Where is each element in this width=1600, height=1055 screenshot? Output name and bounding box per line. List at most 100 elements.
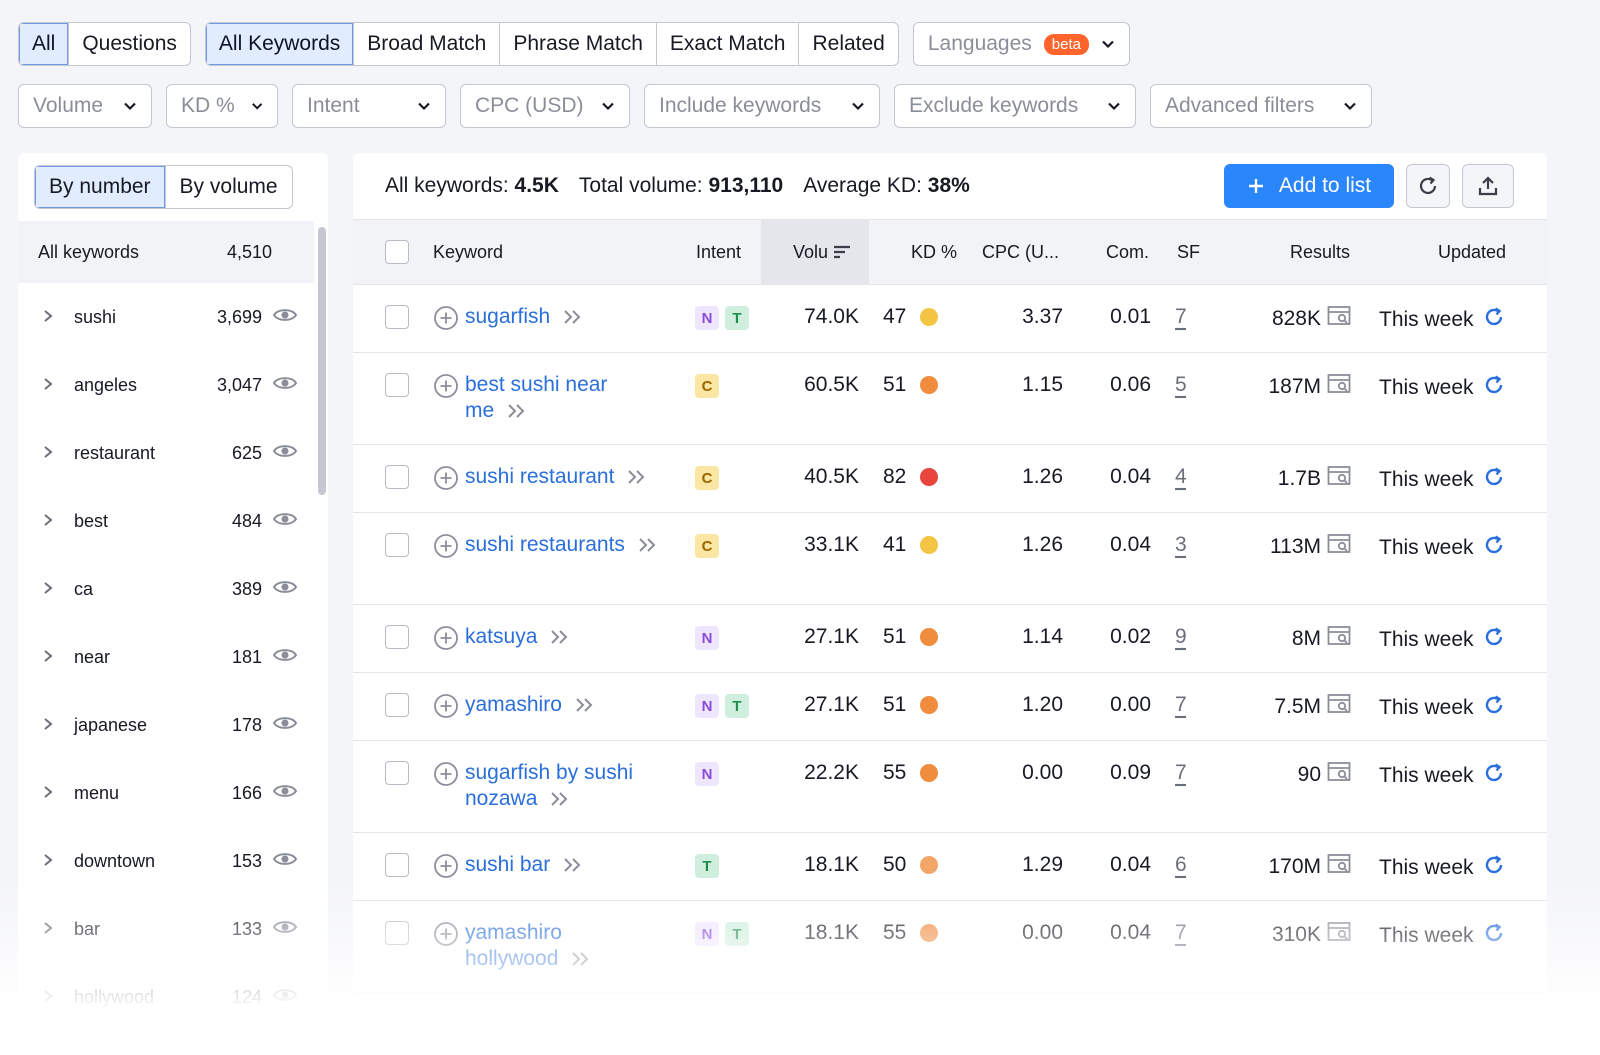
add-keyword-icon[interactable] xyxy=(433,465,459,491)
row-checkbox[interactable] xyxy=(385,533,409,557)
serp-icon[interactable] xyxy=(1321,373,1353,401)
eye-icon[interactable] xyxy=(272,646,298,669)
eye-icon[interactable] xyxy=(272,510,298,533)
refresh-row-icon[interactable] xyxy=(1474,761,1506,791)
checkbox[interactable] xyxy=(385,761,409,785)
checkbox[interactable] xyxy=(385,533,409,557)
serp-icon[interactable] xyxy=(1321,761,1353,789)
eye-icon[interactable] xyxy=(272,782,298,805)
chevron-right-icon[interactable] xyxy=(42,919,64,940)
checkbox[interactable] xyxy=(385,240,409,264)
header-com[interactable]: Com. xyxy=(1106,220,1149,284)
serp-icon[interactable] xyxy=(1321,465,1353,493)
chevron-right-icon[interactable] xyxy=(42,511,64,532)
languages-dropdown[interactable]: Languages beta xyxy=(912,22,1130,66)
checkbox[interactable] xyxy=(385,921,409,945)
chevron-right-icon[interactable] xyxy=(42,375,64,396)
row-checkbox[interactable] xyxy=(385,373,409,397)
serp-icon[interactable] xyxy=(1321,533,1353,561)
chevron-right-icon[interactable] xyxy=(42,307,64,328)
all-keywords-group[interactable]: All keywords 4,510 xyxy=(18,221,314,283)
intent-filter[interactable]: Intent xyxy=(292,84,446,128)
checkbox[interactable] xyxy=(385,305,409,329)
keyword-link[interactable]: yamashiro xyxy=(465,692,695,718)
serp-icon[interactable] xyxy=(1321,625,1353,653)
add-keyword-icon[interactable] xyxy=(433,373,459,399)
sf-link[interactable]: 3 xyxy=(1175,533,1187,557)
sf-link[interactable]: 5 xyxy=(1175,373,1187,397)
row-checkbox[interactable] xyxy=(385,853,409,877)
row-checkbox[interactable] xyxy=(385,465,409,489)
eye-icon[interactable] xyxy=(272,714,298,737)
chevron-right-icon[interactable] xyxy=(42,579,64,600)
add-to-list-button[interactable]: Add to list xyxy=(1224,164,1394,208)
keyword-link[interactable]: best sushi near xyxy=(465,372,695,398)
row-checkbox[interactable] xyxy=(385,921,409,945)
chevron-right-icon[interactable] xyxy=(42,851,64,872)
advanced-filters[interactable]: Advanced filters xyxy=(1150,84,1372,128)
refresh-row-icon[interactable] xyxy=(1474,373,1506,403)
header-updated[interactable]: Updated xyxy=(1438,220,1506,284)
checkbox[interactable] xyxy=(385,853,409,877)
by-volume-button[interactable]: By volume xyxy=(166,166,292,208)
by-number-button[interactable]: By number xyxy=(35,166,166,208)
keyword-link[interactable]: sushi bar xyxy=(465,852,695,878)
sf-link[interactable]: 7 xyxy=(1175,921,1187,945)
add-keyword-icon[interactable] xyxy=(433,533,459,559)
add-keyword-icon[interactable] xyxy=(433,305,459,331)
checkbox[interactable] xyxy=(385,373,409,397)
sf-link[interactable]: 7 xyxy=(1175,305,1187,329)
checkbox[interactable] xyxy=(385,625,409,649)
header-results[interactable]: Results xyxy=(1290,220,1350,284)
eye-icon[interactable] xyxy=(272,306,298,329)
sf-link[interactable]: 7 xyxy=(1175,693,1187,717)
header-keyword[interactable]: Keyword xyxy=(433,220,503,284)
sf-link[interactable]: 6 xyxy=(1175,853,1187,877)
header-volume[interactable]: Volu xyxy=(793,220,852,284)
tab-questions[interactable]: Questions xyxy=(69,23,190,65)
tab-exact-match[interactable]: Exact Match xyxy=(657,23,800,65)
kd-filter[interactable]: KD % xyxy=(166,84,278,128)
keyword-link[interactable]: katsuya xyxy=(465,624,695,650)
header-intent[interactable]: Intent xyxy=(696,220,741,284)
keyword-link-line2[interactable]: nozawa xyxy=(465,786,695,812)
header-kd[interactable]: KD % xyxy=(911,220,957,284)
header-cpc[interactable]: CPC (U... xyxy=(982,220,1059,284)
eye-icon[interactable] xyxy=(272,850,298,873)
checkbox[interactable] xyxy=(385,693,409,717)
refresh-row-icon[interactable] xyxy=(1474,693,1506,723)
cpc-filter[interactable]: CPC (USD) xyxy=(460,84,630,128)
eye-icon[interactable] xyxy=(272,442,298,465)
keyword-group-item[interactable]: sushi 3,699 xyxy=(18,283,314,351)
refresh-button[interactable] xyxy=(1406,164,1450,208)
sf-link[interactable]: 4 xyxy=(1175,465,1187,489)
eye-icon[interactable] xyxy=(272,918,298,941)
serp-icon[interactable] xyxy=(1321,853,1353,881)
row-checkbox[interactable] xyxy=(385,693,409,717)
tab-phrase-match[interactable]: Phrase Match xyxy=(500,23,657,65)
tab-broad-match[interactable]: Broad Match xyxy=(354,23,501,65)
keyword-link[interactable]: sushi restaurant xyxy=(465,464,695,490)
keyword-group-item[interactable]: bar 133 xyxy=(18,895,314,963)
keyword-link-line2[interactable]: hollywood xyxy=(465,946,695,972)
chevron-right-icon[interactable] xyxy=(42,987,64,1008)
sf-link[interactable]: 7 xyxy=(1175,761,1187,785)
refresh-row-icon[interactable] xyxy=(1474,533,1506,563)
keyword-group-item[interactable]: angeles 3,047 xyxy=(18,351,314,419)
keyword-group-item[interactable]: ca 389 xyxy=(18,555,314,623)
select-all-checkbox[interactable] xyxy=(385,220,409,284)
keyword-link[interactable]: yamashiro xyxy=(465,920,695,946)
keyword-link[interactable]: sugarfish xyxy=(465,304,695,330)
serp-icon[interactable] xyxy=(1321,305,1353,333)
keyword-group-item[interactable]: restaurant 625 xyxy=(18,419,314,487)
eye-icon[interactable] xyxy=(272,374,298,397)
chevron-right-icon[interactable] xyxy=(42,443,64,464)
row-checkbox[interactable] xyxy=(385,625,409,649)
add-keyword-icon[interactable] xyxy=(433,761,459,787)
exclude-keywords-filter[interactable]: Exclude keywords xyxy=(894,84,1136,128)
keyword-group-item[interactable]: near 181 xyxy=(18,623,314,691)
tab-all-keywords[interactable]: All Keywords xyxy=(205,23,355,65)
sf-link[interactable]: 9 xyxy=(1175,625,1187,649)
refresh-row-icon[interactable] xyxy=(1474,921,1506,951)
keyword-link[interactable]: sushi restaurants xyxy=(465,532,695,558)
